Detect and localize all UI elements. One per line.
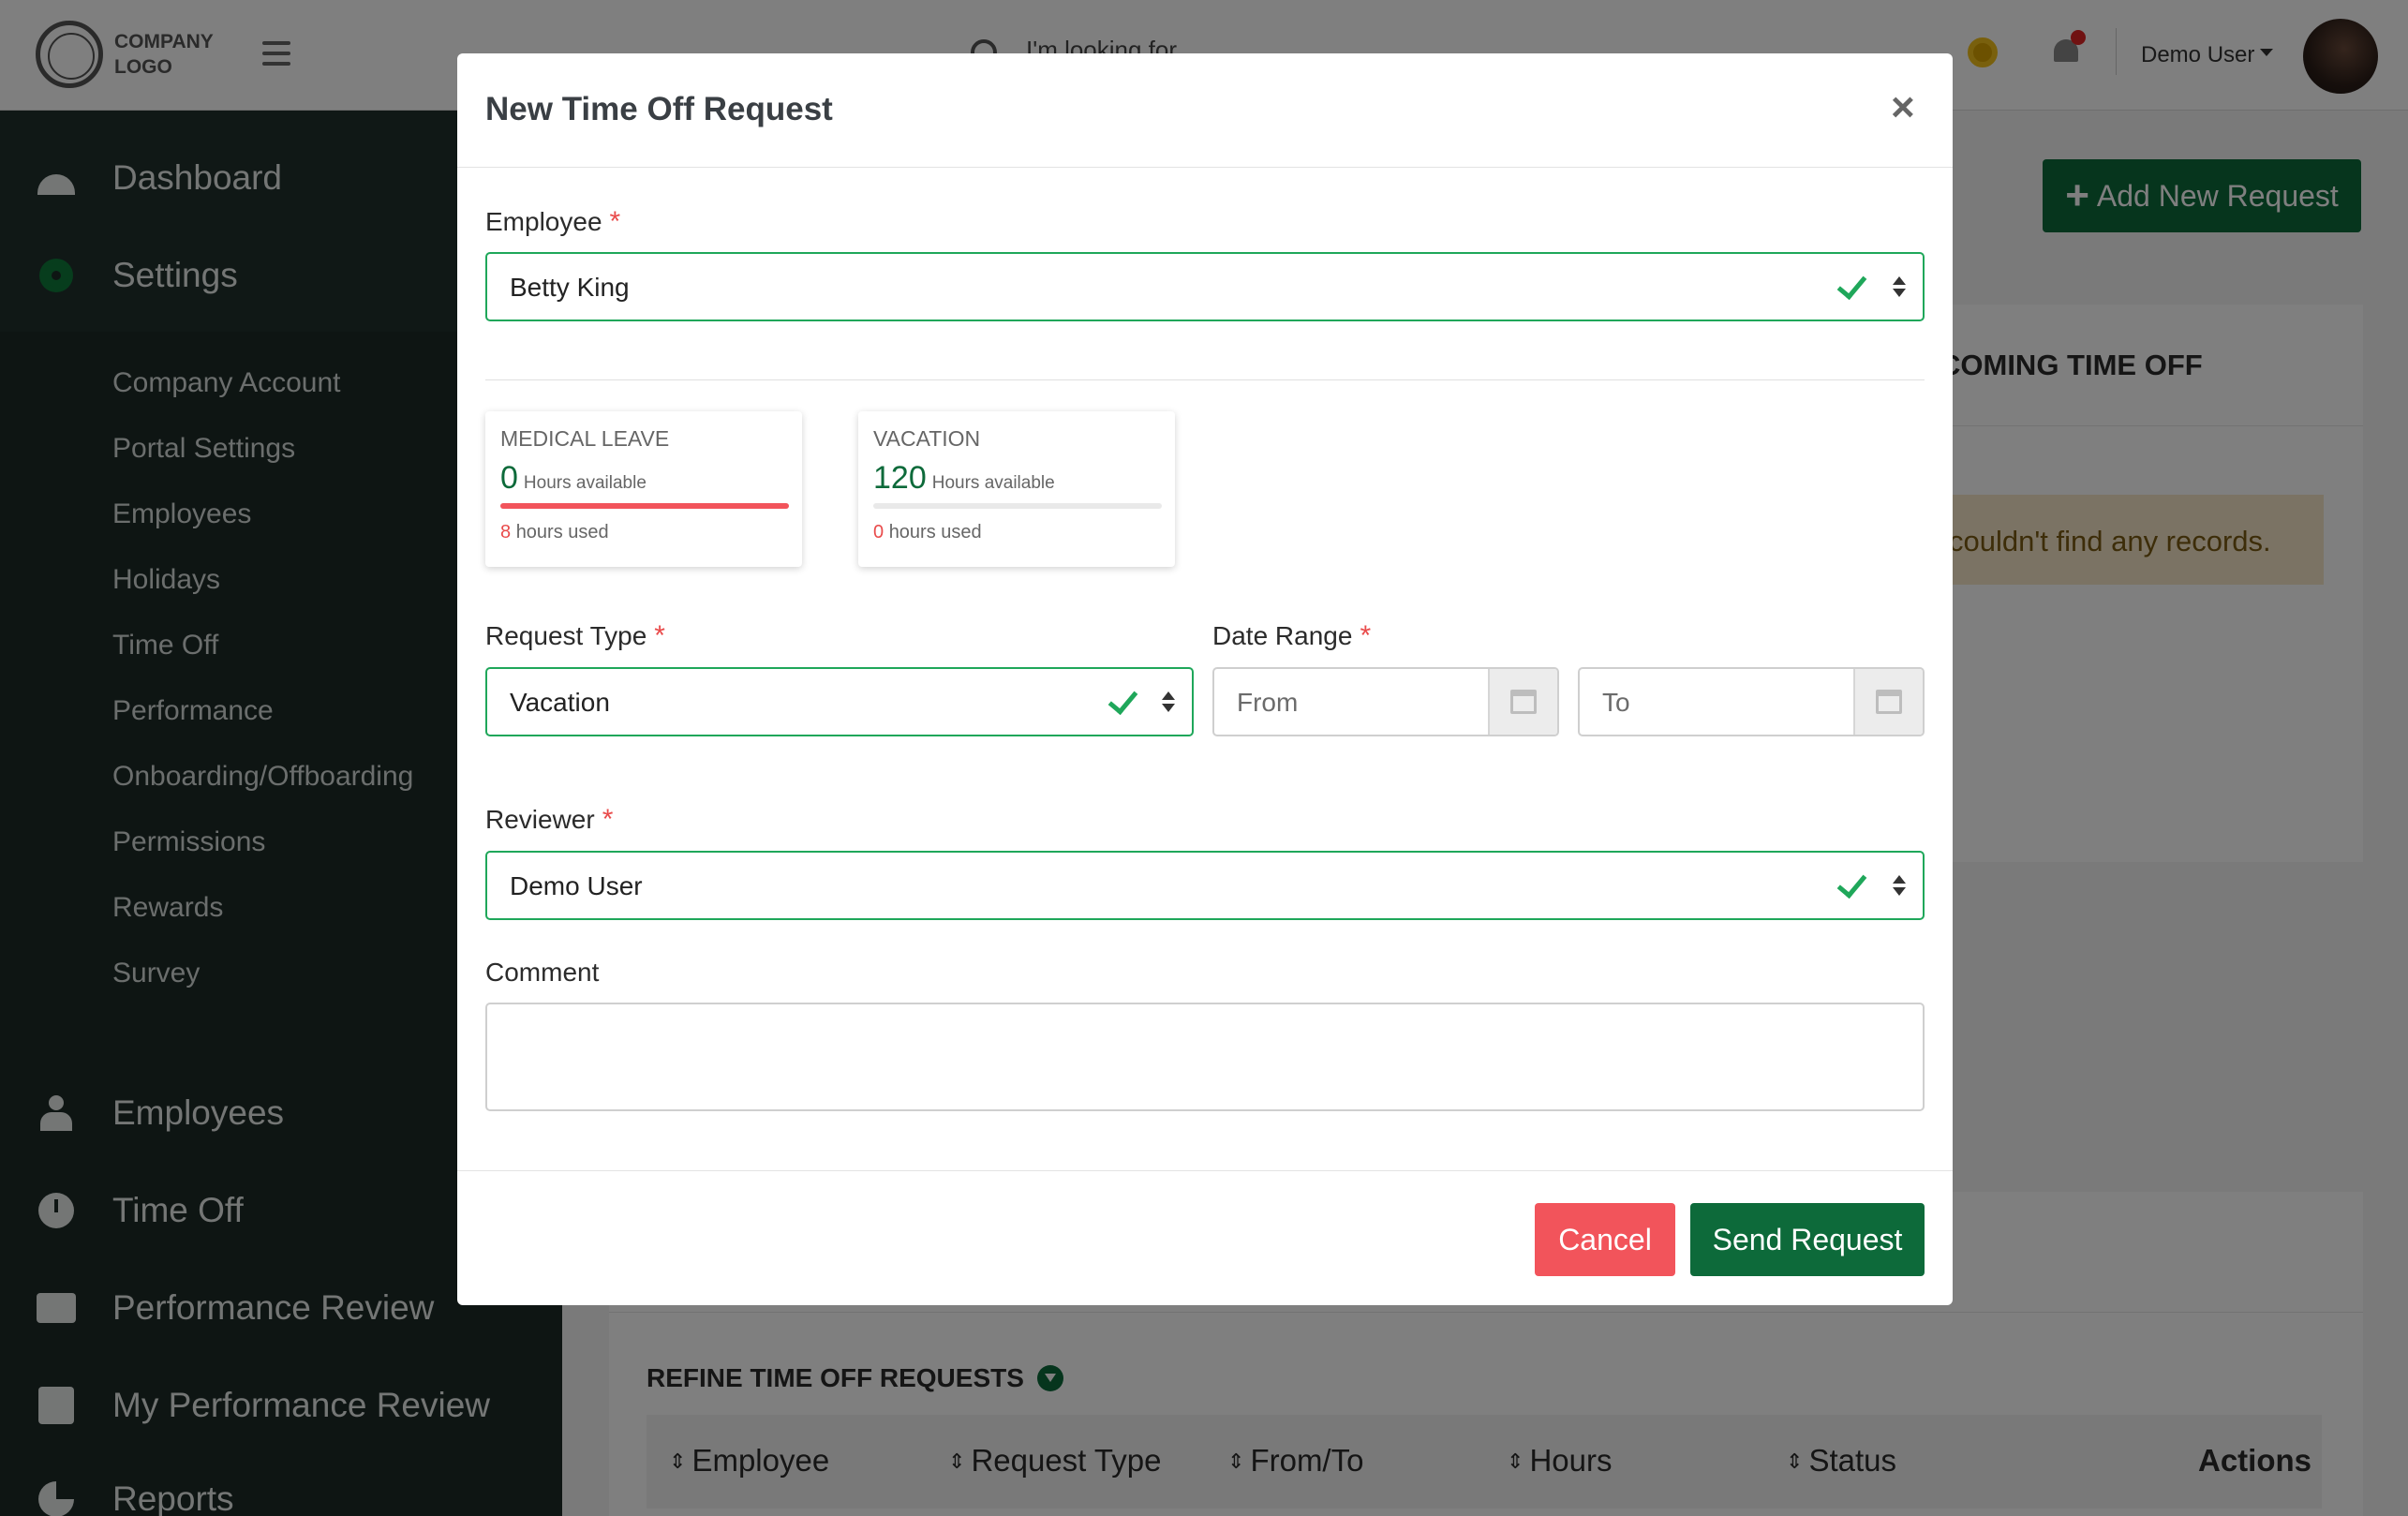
balance-title: MEDICAL LEAVE	[500, 426, 670, 451]
hours-used-value: 0	[873, 522, 884, 542]
balance-title: VACATION	[873, 426, 981, 451]
hours-used-value: 8	[500, 522, 512, 542]
date-range-label: Date Range *	[1212, 620, 1372, 651]
section-divider	[485, 379, 1925, 380]
calendar-icon	[1510, 690, 1537, 714]
required-asterisk: *	[609, 206, 621, 237]
employee-select-value: Betty King	[510, 273, 630, 302]
required-asterisk: *	[654, 620, 665, 651]
valid-check-icon	[1836, 869, 1868, 901]
date-to-input[interactable]: To	[1578, 667, 1925, 736]
date-from-input[interactable]: From	[1212, 667, 1559, 736]
request-type-select[interactable]: Vacation	[485, 667, 1194, 736]
modal-title: New Time Off Request	[485, 91, 833, 127]
select-arrows-icon	[1893, 276, 1906, 301]
close-icon[interactable]: ×	[1891, 87, 1915, 128]
hours-available-value: 120	[873, 460, 927, 496]
hours-used-label: hours used	[888, 522, 982, 542]
hours-available-label: Hours available	[523, 473, 647, 493]
employee-select[interactable]: Betty King	[485, 252, 1925, 321]
usage-progress-bar	[500, 503, 789, 509]
request-type-label: Request Type *	[485, 620, 665, 651]
date-to-placeholder: To	[1602, 688, 1630, 717]
usage-progress-fill	[500, 503, 789, 509]
employee-label: Employee *	[485, 206, 621, 237]
new-time-off-request-modal: New Time Off Request × Employee * Betty K…	[457, 53, 1953, 1305]
valid-check-icon	[1107, 686, 1139, 718]
required-asterisk: *	[602, 804, 614, 835]
cancel-button[interactable]: Cancel	[1535, 1203, 1675, 1276]
hours-available-value: 0	[500, 460, 518, 496]
valid-check-icon	[1836, 271, 1868, 303]
hours-used-label: hours used	[515, 522, 609, 542]
modal-header: New Time Off Request ×	[457, 53, 1953, 168]
select-arrows-icon	[1162, 691, 1175, 716]
required-asterisk: *	[1360, 620, 1372, 651]
balance-card-medical-leave: MEDICAL LEAVE 0 Hours available 8 hours u…	[485, 411, 802, 567]
send-request-button[interactable]: Send Request	[1690, 1203, 1925, 1276]
reviewer-select[interactable]: Demo User	[485, 851, 1925, 920]
reviewer-label: Reviewer *	[485, 804, 614, 835]
balance-card-vacation: VACATION 120 Hours available 0 hours used	[858, 411, 1175, 567]
calendar-button[interactable]	[1853, 669, 1923, 735]
date-from-placeholder: From	[1237, 688, 1299, 717]
calendar-icon	[1876, 690, 1902, 714]
usage-progress-bar	[873, 503, 1162, 509]
comment-textarea[interactable]	[485, 1003, 1925, 1111]
calendar-button[interactable]	[1488, 669, 1557, 735]
modal-footer-divider	[457, 1170, 1953, 1171]
comment-label: Comment	[485, 958, 600, 987]
hours-available-label: Hours available	[931, 473, 1055, 493]
reviewer-select-value: Demo User	[510, 871, 643, 900]
request-type-value: Vacation	[510, 688, 610, 717]
select-arrows-icon	[1893, 875, 1906, 899]
